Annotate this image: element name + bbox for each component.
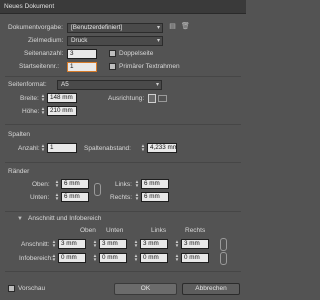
margin-left-field[interactable]: 6 mm <box>141 179 169 189</box>
slug-stepper[interactable]: ▲ ▼ <box>133 253 139 262</box>
link-slug-icon[interactable] <box>220 252 227 265</box>
columns-stepper[interactable]: ▲ ▼ <box>40 143 46 152</box>
margin-top-label: Oben: <box>32 181 50 188</box>
bleed-title: Anschnitt und Infobereich <box>28 215 102 222</box>
margin-bottom-field[interactable]: 6 mm <box>61 192 89 202</box>
bleed-stepper[interactable]: ▲ ▼ <box>133 239 139 248</box>
title-bar: Neues Dokument <box>0 0 246 14</box>
preview-checkbox[interactable] <box>8 285 15 292</box>
preview-label: Vorschau <box>18 285 46 292</box>
slug-stepper[interactable]: ▲ ▼ <box>174 253 180 262</box>
margin-right-label: Rechts: <box>110 194 133 201</box>
bleed-right-field[interactable]: 3 mm <box>181 239 209 249</box>
divider <box>5 211 241 212</box>
chevron-down-icon: ▾ <box>155 82 159 88</box>
page-size-value: A5 <box>61 81 69 88</box>
width-field[interactable]: 148 mm <box>47 93 77 103</box>
gutter-field[interactable]: 4,233 mm <box>147 143 177 153</box>
slug-right-field[interactable]: 0 mm <box>181 253 209 263</box>
bleed-stepper[interactable]: ▲ ▼ <box>92 239 98 248</box>
pages-field[interactable]: 3 <box>67 49 97 59</box>
columns-title: Spalten <box>8 131 31 138</box>
start-page-field[interactable]: 1 <box>67 62 97 72</box>
margin-right-stepper[interactable]: ▲ ▼ <box>134 192 140 201</box>
chevron-down-icon: ▾ <box>156 38 160 44</box>
link-bleed-icon[interactable] <box>220 238 227 251</box>
bleed-header-bottom: Unten <box>106 227 124 234</box>
divider <box>5 271 241 272</box>
cancel-button[interactable]: Abbrechen <box>182 283 240 295</box>
pages-label: Seitenanzahl: <box>24 50 64 57</box>
bleed-stepper[interactable]: ▲ ▼ <box>174 239 180 248</box>
landscape-icon[interactable] <box>158 95 167 102</box>
bleed-stepper[interactable]: ▲ ▼ <box>51 239 57 248</box>
slug-stepper[interactable]: ▲ ▼ <box>92 253 98 262</box>
bleed-label: Anschnitt: <box>21 241 50 248</box>
height-field[interactable]: 210 mm <box>47 106 77 116</box>
portrait-icon[interactable] <box>148 94 156 103</box>
bleed-header-top: Oben <box>80 227 96 234</box>
bleed-header-right: Rechts <box>185 227 206 234</box>
divider <box>5 124 241 125</box>
bleed-header-left: Links <box>151 227 167 234</box>
orientation-label: Ausrichtung: <box>108 95 145 102</box>
window-title: Neues Dokument <box>4 3 55 10</box>
height-label: Höhe: <box>22 108 40 115</box>
bleed-top-field[interactable]: 3 mm <box>58 239 86 249</box>
margin-bottom-stepper[interactable]: ▲ ▼ <box>54 192 60 201</box>
page-size-label: Seitenformat: <box>8 81 47 88</box>
facing-pages-label: Doppelseite <box>119 50 154 57</box>
height-stepper[interactable]: ▲ ▼ <box>40 106 46 115</box>
divider <box>5 76 241 77</box>
margins-title: Ränder <box>8 168 30 175</box>
slug-stepper[interactable]: ▲ ▼ <box>51 253 57 262</box>
margin-left-stepper[interactable]: ▲ ▼ <box>134 179 140 188</box>
facing-pages-checkbox[interactable] <box>109 50 116 57</box>
margin-top-stepper[interactable]: ▲ ▼ <box>54 179 60 188</box>
slug-label: Infobereich: <box>19 255 53 262</box>
link-margins-icon[interactable] <box>94 183 101 196</box>
margin-right-field[interactable]: 6 mm <box>141 192 169 202</box>
margin-bottom-label: Unten: <box>30 194 50 201</box>
preset-select[interactable]: [Benutzerdefiniert] ▾ <box>67 23 163 33</box>
margin-top-field[interactable]: 6 mm <box>61 179 89 189</box>
slug-left-field[interactable]: 0 mm <box>140 253 168 263</box>
slug-top-field[interactable]: 0 mm <box>58 253 86 263</box>
margin-left-label: Links: <box>115 181 132 188</box>
columns-count-field[interactable]: 1 <box>47 143 77 153</box>
gutter-stepper[interactable]: ▲ ▼ <box>140 143 146 152</box>
intent-select[interactable]: Druck ▾ <box>67 36 163 46</box>
chevron-down-icon: ▾ <box>156 25 160 31</box>
disclosure-triangle-icon[interactable]: ▼ <box>16 215 24 223</box>
slug-bottom-field[interactable]: 0 mm <box>99 253 127 263</box>
trash-icon[interactable]: 🗑 <box>181 23 190 31</box>
primary-text-frame-label: Primärer Textrahmen <box>119 63 180 70</box>
width-stepper[interactable]: ▲ ▼ <box>40 93 46 102</box>
bleed-bottom-field[interactable]: 3 mm <box>99 239 127 249</box>
intent-value: Druck <box>71 37 88 44</box>
preset-value: [Benutzerdefiniert] <box>71 24 123 31</box>
width-label: Breite: <box>20 95 39 102</box>
gutter-label: Spaltenabstand: <box>84 145 131 152</box>
start-page-label: Startseitennr.: <box>19 63 60 70</box>
primary-text-frame-checkbox[interactable] <box>109 63 116 70</box>
intent-label: Zielmedium: <box>28 37 64 44</box>
ok-button[interactable]: OK <box>114 283 177 295</box>
preset-label: Dokumentvorgabe: <box>8 24 63 31</box>
page-size-select[interactable]: A5 ▾ <box>57 80 162 90</box>
divider <box>5 162 241 163</box>
save-preset-icon[interactable]: ▤ <box>168 23 177 31</box>
bleed-left-field[interactable]: 3 mm <box>140 239 168 249</box>
columns-count-label: Anzahl: <box>18 145 40 152</box>
